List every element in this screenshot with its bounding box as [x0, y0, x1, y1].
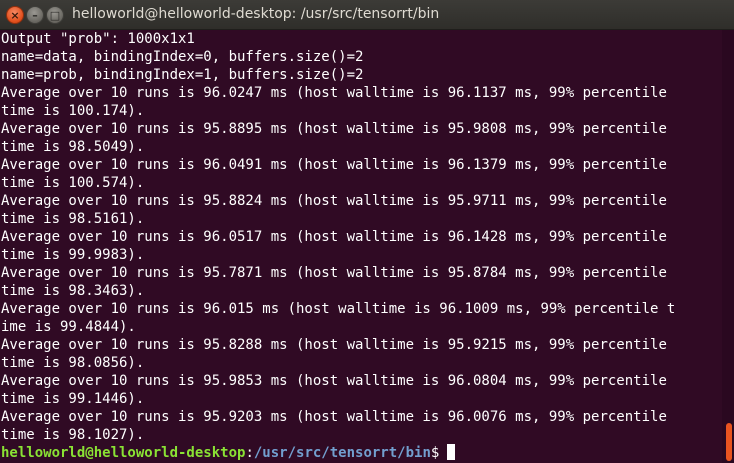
output-lines: Output "prob": 1000x1x1 name=data, bindin…	[1, 30, 722, 444]
output-line: time is 98.0856).	[1, 355, 145, 371]
output-line: Average over 10 runs is 95.9203 ms (host…	[1, 409, 667, 425]
scrollbar[interactable]	[722, 30, 734, 463]
prompt-symbol: $	[430, 445, 440, 461]
terminal-window: × – □ helloworld@helloworld-desktop: /us…	[0, 0, 734, 463]
minimize-icon: –	[32, 9, 38, 22]
window-title: helloworld@helloworld-desktop: /usr/src/…	[72, 6, 440, 22]
prompt-path: /usr/src/tensorrt/bin	[253, 445, 431, 461]
output-line: Average over 10 runs is 96.0491 ms (host…	[1, 157, 667, 173]
output-line: name=data, bindingIndex=0, buffers.size(…	[1, 49, 364, 65]
text-cursor	[447, 444, 456, 460]
maximize-button[interactable]: □	[46, 6, 64, 24]
prompt-user-host: helloworld@helloworld-desktop	[1, 445, 246, 461]
close-icon: ×	[10, 9, 20, 22]
close-button[interactable]: ×	[6, 6, 24, 24]
output-line: name=prob, bindingIndex=1, buffers.size(…	[1, 67, 364, 83]
output-line: Average over 10 runs is 95.8895 ms (host…	[1, 121, 667, 137]
maximize-icon: □	[49, 9, 61, 22]
output-line: time is 98.5161).	[1, 211, 145, 227]
minimize-button[interactable]: –	[26, 6, 44, 24]
output-line: Average over 10 runs is 95.8824 ms (host…	[1, 193, 667, 209]
output-line: time is 99.9983).	[1, 247, 145, 263]
output-line: Average over 10 runs is 95.7871 ms (host…	[1, 265, 667, 281]
output-line: time is 100.174).	[1, 103, 145, 119]
title-bar[interactable]: × – □ helloworld@helloworld-desktop: /us…	[0, 0, 734, 30]
output-line: Average over 10 runs is 96.015 ms (host …	[1, 301, 676, 317]
output-line: Average over 10 runs is 96.0517 ms (host…	[1, 229, 667, 245]
output-line: ime is 99.4844).	[1, 319, 136, 335]
output-line: time is 98.1027).	[1, 427, 145, 443]
shell-prompt[interactable]: helloworld@helloworld-desktop:/usr/src/t…	[1, 444, 722, 462]
output-line: Average over 10 runs is 96.0247 ms (host…	[1, 85, 667, 101]
output-line: time is 100.574).	[1, 175, 145, 191]
output-line: time is 98.5049).	[1, 139, 145, 155]
terminal-output[interactable]: Output "prob": 1000x1x1 name=data, bindin…	[0, 30, 722, 463]
output-line: time is 98.3463).	[1, 283, 145, 299]
prompt-separator: :	[245, 445, 254, 461]
scrollbar-thumb[interactable]	[726, 423, 732, 461]
output-line: Average over 10 runs is 95.8288 ms (host…	[1, 337, 667, 353]
output-line: Output "prob": 1000x1x1	[1, 31, 195, 47]
output-line: time is 99.1446).	[1, 391, 145, 407]
output-line: Average over 10 runs is 95.9853 ms (host…	[1, 373, 667, 389]
